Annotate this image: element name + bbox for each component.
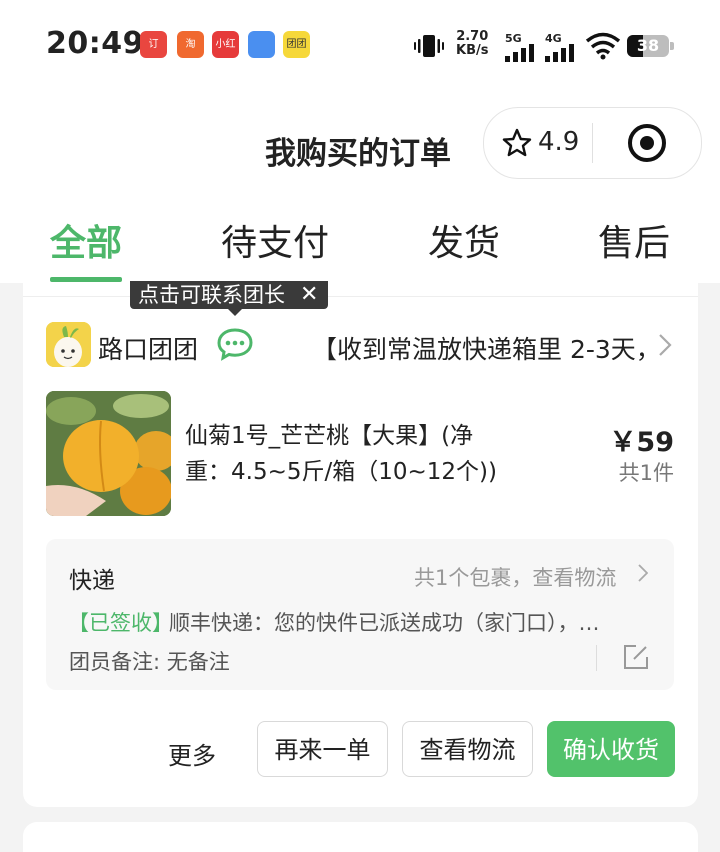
- signal-bars-icon: [545, 44, 574, 62]
- app-icon-3: 小红书: [212, 31, 239, 58]
- delivery-status: 【已签收】: [68, 611, 173, 635]
- view-logistics-button[interactable]: 查看物流: [402, 721, 533, 777]
- tab-after-sales[interactable]: 售后: [598, 214, 670, 266]
- tooltip-text: 点击可联系团长: [138, 283, 285, 307]
- network-speed-unit: KB/s: [456, 43, 489, 58]
- signal-bars-icon: [505, 44, 534, 62]
- delivery-detail: 顺丰快递：您的快件已派送成功（家门口），…: [169, 611, 600, 635]
- tab-shipping[interactable]: 发货: [428, 214, 500, 266]
- confirm-receipt-button[interactable]: 确认收货: [547, 721, 675, 777]
- more-button[interactable]: 更多: [168, 736, 216, 771]
- active-tab-indicator: [50, 277, 122, 282]
- product-image[interactable]: [46, 391, 171, 516]
- chevron-right-icon[interactable]: [658, 333, 672, 357]
- mini-program-capsule: 4.9: [483, 107, 702, 179]
- app-icon-2: 淘: [177, 31, 204, 58]
- wifi-icon: [585, 32, 621, 60]
- leader-name[interactable]: 路口团团: [98, 330, 198, 366]
- vibrate-icon: [414, 35, 444, 57]
- star-icon[interactable]: [502, 128, 532, 158]
- contact-leader-tooltip[interactable]: 点击可联系团长: [130, 281, 328, 309]
- network-speed: 2.70 KB/s: [456, 30, 488, 58]
- battery-tip: [670, 42, 674, 50]
- capsule-divider: [592, 123, 593, 163]
- chevron-right-icon[interactable]: [638, 564, 648, 582]
- app-icon-5: 团团: [283, 31, 310, 58]
- status-time: 20:49: [46, 26, 144, 61]
- network-speed-value: 2.70: [456, 29, 489, 44]
- chat-icon[interactable]: [216, 327, 254, 361]
- battery-icon: 38: [627, 35, 669, 57]
- leader-avatar[interactable]: [46, 322, 91, 367]
- tab-pending-payment[interactable]: 待支付: [221, 214, 329, 266]
- product-title[interactable]: 仙菊1号_芒芒桃【大果】(净重：4.5~5斤/箱（10~12个)): [185, 418, 515, 490]
- app-icon-4: [248, 31, 275, 58]
- note-divider: [596, 645, 597, 671]
- rating-value[interactable]: 4.9: [538, 127, 579, 157]
- tab-all[interactable]: 全部: [50, 214, 122, 266]
- app-icon-1: 订: [140, 31, 167, 58]
- member-note: 团员备注: 无备注: [69, 650, 230, 674]
- battery-level: 38: [636, 36, 660, 55]
- tooltip-close-icon[interactable]: ✕: [300, 281, 318, 309]
- close-target-icon[interactable]: [627, 123, 667, 163]
- edit-icon[interactable]: [622, 643, 650, 671]
- next-order-card: [23, 822, 698, 852]
- card-divider: [23, 296, 698, 297]
- group-notice[interactable]: 【收到常温放快递箱里 2-3天，放: [312, 330, 656, 366]
- peach-photo: [46, 391, 171, 516]
- logistics-link[interactable]: 共1个包裹，查看物流: [414, 562, 616, 592]
- page-title: 我购买的订单: [265, 136, 451, 172]
- product-price: ￥59: [609, 427, 674, 458]
- logistics-panel[interactable]: 快递 共1个包裹，查看物流 【已签收】 顺丰快递：您的快件已派送成功（家门口），…: [46, 539, 674, 690]
- avatar-image: [46, 322, 91, 367]
- reorder-button[interactable]: 再来一单: [257, 721, 388, 777]
- logistics-title: 快递: [69, 568, 115, 594]
- tooltip-arrow: [228, 309, 242, 316]
- product-quantity: 共1件: [618, 461, 674, 485]
